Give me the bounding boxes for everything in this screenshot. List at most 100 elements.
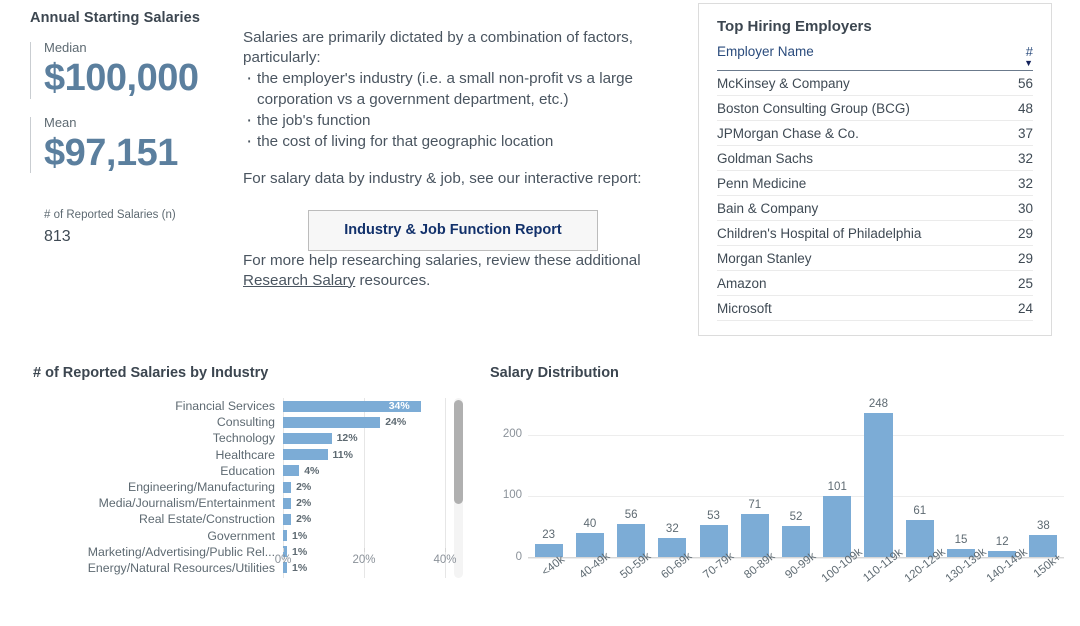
table-row[interactable]: Goldman Sachs32 bbox=[717, 146, 1033, 171]
industry-row[interactable]: Technology12% bbox=[33, 430, 445, 446]
industry-bar[interactable] bbox=[283, 433, 332, 444]
narrative-footer-post: resources. bbox=[355, 272, 430, 289]
industry-value-label: 1% bbox=[292, 530, 307, 542]
distribution-value-label: 12 bbox=[996, 536, 1009, 548]
employer-count-cell: 29 bbox=[987, 251, 1033, 266]
distribution-value-label: 23 bbox=[542, 529, 555, 541]
kpi-panel: Annual Starting Salaries Median $100,000… bbox=[30, 10, 230, 246]
kpi-mean-value: $97,151 bbox=[44, 132, 230, 176]
distribution-x-column: 150k+ bbox=[1023, 558, 1064, 618]
distribution-column[interactable]: 61 bbox=[899, 398, 940, 558]
industry-row[interactable]: Engineering/Manufacturing2% bbox=[33, 479, 445, 495]
distribution-column[interactable]: 101 bbox=[817, 398, 858, 558]
table-row[interactable]: Amazon25 bbox=[717, 271, 1033, 296]
industry-row[interactable]: Education4% bbox=[33, 463, 445, 479]
top-hiring-employers-card: Top Hiring Employers Employer Name # ▼ M… bbox=[698, 3, 1052, 336]
industry-label: Financial Services bbox=[33, 399, 283, 413]
industry-bar[interactable] bbox=[283, 514, 291, 525]
distribution-x-column: 80-89k bbox=[734, 558, 775, 618]
employer-count-cell: 25 bbox=[987, 276, 1033, 291]
table-row[interactable]: McKinsey & Company56 bbox=[717, 71, 1033, 96]
industry-bar[interactable] bbox=[283, 482, 291, 493]
kpi-median: Median $100,000 bbox=[30, 40, 230, 101]
industry-label: Healthcare bbox=[33, 448, 283, 462]
distribution-x-column: 50-59k bbox=[610, 558, 651, 618]
table-row[interactable]: Penn Medicine32 bbox=[717, 171, 1033, 196]
distribution-chart-title: Salary Distribution bbox=[490, 365, 1070, 381]
distribution-bar[interactable] bbox=[906, 520, 934, 558]
table-row[interactable]: JPMorgan Chase & Co.37 bbox=[717, 121, 1033, 146]
distribution-x-column: 120-129k bbox=[899, 558, 940, 618]
distribution-value-label: 32 bbox=[666, 523, 679, 535]
employer-name-cell: Microsoft bbox=[717, 301, 987, 316]
distribution-column[interactable]: 40 bbox=[569, 398, 610, 558]
industry-row[interactable]: Consulting24% bbox=[33, 414, 445, 430]
distribution-column[interactable]: 56 bbox=[610, 398, 651, 558]
industry-row[interactable]: Media/Journalism/Entertainment2% bbox=[33, 495, 445, 511]
narrative-cta: For salary data by industry & job, see o… bbox=[243, 169, 663, 189]
industry-row[interactable]: Financial Services34% bbox=[33, 398, 445, 414]
industry-value-label: 2% bbox=[296, 481, 311, 493]
distribution-column[interactable]: 71 bbox=[734, 398, 775, 558]
distribution-column[interactable]: 23 bbox=[528, 398, 569, 558]
employer-count-cell: 24 bbox=[987, 301, 1033, 316]
distribution-column[interactable]: 32 bbox=[652, 398, 693, 558]
industry-bar-wrap: 24% bbox=[283, 414, 445, 430]
employers-table-body: McKinsey & Company56Boston Consulting Gr… bbox=[717, 71, 1033, 321]
kpi-mean: Mean $97,151 bbox=[30, 115, 230, 176]
salary-distribution-chart: Salary Distribution 0100200 234056325371… bbox=[490, 365, 1070, 620]
narrative-panel: Salaries are primarily dictated by a com… bbox=[243, 28, 663, 291]
caret-down-icon[interactable]: ▼ bbox=[987, 60, 1033, 67]
industry-chart-scrollbar[interactable] bbox=[454, 398, 463, 578]
table-row[interactable]: Bain & Company30 bbox=[717, 196, 1033, 221]
distribution-value-label: 38 bbox=[1037, 520, 1050, 532]
kpi-median-value: $100,000 bbox=[44, 57, 230, 101]
distribution-column[interactable]: 248 bbox=[858, 398, 899, 558]
kpi-sample-size-label: # of Reported Salaries (n) bbox=[44, 209, 230, 221]
industry-bar[interactable] bbox=[283, 417, 380, 428]
table-row[interactable]: Children's Hospital of Philadelphia29 bbox=[717, 221, 1033, 246]
industry-chart-title: # of Reported Salaries by Industry bbox=[33, 365, 463, 381]
scrollbar-thumb[interactable] bbox=[454, 400, 463, 504]
table-row[interactable]: Microsoft24 bbox=[717, 296, 1033, 321]
industry-chart: # of Reported Salaries by Industry Finan… bbox=[33, 365, 463, 615]
industry-job-function-report-button[interactable]: Industry & Job Function Report bbox=[308, 210, 598, 251]
distribution-column[interactable]: 53 bbox=[693, 398, 734, 558]
distribution-bars: 23 40 56 32 537152101 248 61 15 12 38 bbox=[528, 398, 1064, 558]
distribution-value-label: 248 bbox=[869, 398, 888, 410]
employers-title: Top Hiring Employers bbox=[717, 18, 1033, 35]
research-salary-link[interactable]: Research Salary bbox=[243, 272, 355, 289]
table-row[interactable]: Boston Consulting Group (BCG)48 bbox=[717, 96, 1033, 121]
industry-value-label: 12% bbox=[337, 432, 358, 444]
x-axis-tick-label: 20% bbox=[352, 554, 375, 566]
industry-bar[interactable] bbox=[283, 530, 287, 541]
distribution-column[interactable]: 52 bbox=[775, 398, 816, 558]
industry-bar[interactable] bbox=[283, 465, 299, 476]
employer-name-cell: Morgan Stanley bbox=[717, 251, 987, 266]
employer-name-cell: JPMorgan Chase & Co. bbox=[717, 126, 987, 141]
narrative-bullets: the employer's industry (i.e. a small no… bbox=[243, 69, 663, 152]
narrative-footer: For more help researching salaries, revi… bbox=[243, 251, 663, 291]
industry-row[interactable]: Healthcare 11% bbox=[33, 447, 445, 463]
column-header-count-label: # bbox=[1026, 44, 1033, 59]
distribution-bar[interactable] bbox=[864, 413, 892, 558]
column-header-employer-name[interactable]: Employer Name bbox=[717, 44, 987, 59]
distribution-bar[interactable] bbox=[741, 514, 769, 558]
distribution-value-label: 61 bbox=[913, 505, 926, 517]
employer-count-cell: 29 bbox=[987, 226, 1033, 241]
industry-value-label: 11% bbox=[333, 449, 353, 461]
distribution-column[interactable]: 15 bbox=[940, 398, 981, 558]
spacer bbox=[243, 152, 663, 169]
industry-bar-wrap: 2% bbox=[283, 495, 445, 511]
column-header-count[interactable]: # ▼ bbox=[987, 44, 1033, 67]
table-row[interactable]: Morgan Stanley29 bbox=[717, 246, 1033, 271]
employer-count-cell: 32 bbox=[987, 151, 1033, 166]
industry-bar[interactable] bbox=[283, 498, 291, 509]
distribution-bar[interactable] bbox=[823, 496, 851, 558]
industry-row[interactable]: Real Estate/Construction2% bbox=[33, 511, 445, 527]
distribution-value-label: 56 bbox=[625, 509, 638, 521]
distribution-column[interactable]: 12 bbox=[982, 398, 1023, 558]
industry-row[interactable]: Government1% bbox=[33, 528, 445, 544]
distribution-column[interactable]: 38 bbox=[1023, 398, 1064, 558]
industry-bar[interactable] bbox=[283, 449, 328, 460]
